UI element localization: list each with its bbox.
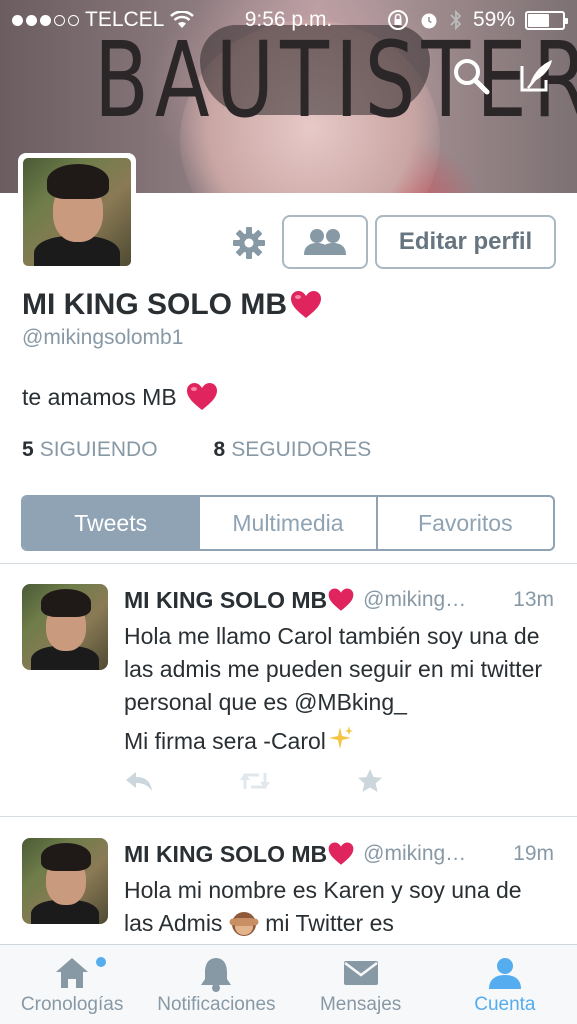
- tabbar-item-mensajes[interactable]: Mensajes: [289, 945, 433, 1024]
- carrier-name: TELCEL: [85, 8, 165, 31]
- bluetooth-icon: [450, 9, 462, 31]
- tab-tweets[interactable]: Tweets: [23, 497, 201, 549]
- tweet-text-paragraph: Mi firma sera -Carol: [124, 725, 554, 758]
- tabbar-label: Notificaciones: [157, 994, 276, 1015]
- tabbar-item-cuenta[interactable]: Cuenta: [433, 945, 577, 1024]
- settings-gear-icon[interactable]: [230, 224, 268, 262]
- tweet-author-name: MI KING SOLO MB: [124, 586, 355, 614]
- profile-bio-text: te amamos MB: [22, 383, 177, 410]
- heart-emoji-icon: [291, 291, 321, 318]
- profile-bio: te amamos MB: [22, 380, 219, 414]
- people-button[interactable]: [282, 215, 368, 269]
- tweet-actions: [124, 766, 384, 796]
- people-icon: [304, 229, 346, 255]
- see-no-evil-monkey-emoji-icon: [229, 912, 259, 936]
- tweet-author-name-text: MI KING SOLO MB: [124, 586, 328, 613]
- tweet-timestamp: 19m: [513, 842, 554, 865]
- followers-count: 8: [213, 438, 226, 461]
- followers-label: SEGUIDORES: [231, 438, 372, 461]
- tweet-text: Hola me llamo Carol también soy una de l…: [124, 620, 554, 764]
- person-icon: [488, 958, 521, 989]
- tweet-avatar[interactable]: [22, 584, 108, 670]
- bell-icon: [201, 958, 232, 992]
- unread-indicator: [96, 957, 106, 967]
- tabbar-label: Cuenta: [474, 994, 536, 1015]
- tab-multimedia[interactable]: Multimedia: [200, 497, 378, 549]
- tab-favoritos[interactable]: Favoritos: [378, 497, 553, 549]
- profile-name-text: MI KING SOLO MB: [22, 288, 287, 321]
- compose-tweet-icon[interactable]: [516, 56, 556, 96]
- tweet-text-paragraph: mi Twitter es: [265, 910, 394, 936]
- tweet-avatar[interactable]: [22, 838, 108, 924]
- edit-profile-button[interactable]: Editar perfil: [375, 215, 556, 269]
- heart-emoji-icon: [328, 588, 354, 611]
- wifi-icon: [170, 11, 195, 28]
- divider: [0, 563, 577, 564]
- home-icon: [56, 958, 89, 988]
- tweet-author-name-text: MI KING SOLO MB: [124, 840, 328, 867]
- tabbar-label: Mensajes: [319, 994, 402, 1015]
- battery-level: [528, 13, 550, 27]
- heart-emoji-icon: [328, 842, 354, 865]
- tweet[interactable]: MI KING SOLO MB @miking… 19m Hola mi nom…: [0, 838, 577, 948]
- alarm-icon: [421, 13, 437, 29]
- battery-icon: [525, 10, 568, 30]
- reply-icon[interactable]: [124, 769, 154, 793]
- tweet-header: MI KING SOLO MB @miking… 13m: [124, 584, 554, 616]
- tweet-timestamp: 13m: [513, 588, 554, 611]
- avatar-photo: [23, 158, 131, 266]
- tweet[interactable]: MI KING SOLO MB @miking… 13m Hola me lla…: [0, 584, 577, 814]
- tweet-text: Hola mi nombre es Karen y soy una de las…: [124, 874, 554, 946]
- bottom-tab-bar: Cronologías Notificaciones Mensajes Cuen…: [0, 944, 577, 1024]
- profile-avatar[interactable]: [18, 153, 136, 271]
- heart-emoji-icon: [186, 383, 217, 410]
- signal-strength-icon: [12, 14, 79, 26]
- following-count: 5: [22, 438, 34, 461]
- profile-handle: @mikingsolomb1: [22, 326, 184, 349]
- sparkles-emoji-icon: [328, 726, 353, 749]
- followers-stat[interactable]: 8 SEGUIDORES: [214, 438, 372, 462]
- tabbar-label: Cronologías: [20, 994, 124, 1015]
- tweet-author-name: MI KING SOLO MB: [124, 840, 355, 868]
- profile-stats: 5 SIGUIENDO 8 SEGUIDORES: [22, 438, 371, 462]
- battery-percent: 59%: [472, 8, 515, 31]
- tweet-text-paragraph: Hola me llamo Carol también soy una de l…: [124, 623, 543, 715]
- favorite-star-icon[interactable]: [356, 767, 384, 795]
- tweet-header: MI KING SOLO MB @miking… 19m: [124, 838, 554, 870]
- tweet-author-handle: @miking…: [363, 588, 467, 611]
- search-icon[interactable]: [451, 56, 491, 96]
- tweet-author-handle: @miking…: [363, 842, 467, 865]
- following-label: SIGUIENDO: [39, 438, 158, 461]
- status-bar: TELCEL 9:56 p.m. 59%: [0, 0, 577, 40]
- following-stat[interactable]: 5 SIGUIENDO: [22, 438, 158, 462]
- tweet-signature: Mi firma sera -Carol: [124, 728, 326, 754]
- rotation-lock-icon: [387, 10, 408, 30]
- tabbar-item-notificaciones[interactable]: Notificaciones: [144, 945, 288, 1024]
- retweet-icon[interactable]: [237, 769, 273, 793]
- divider: [0, 816, 577, 817]
- envelope-icon: [343, 961, 378, 985]
- tabbar-item-cronologias[interactable]: Cronologías: [0, 945, 144, 1024]
- profile-tabs: Tweets Multimedia Favoritos: [21, 495, 555, 551]
- profile-name: MI KING SOLO MB: [22, 288, 323, 322]
